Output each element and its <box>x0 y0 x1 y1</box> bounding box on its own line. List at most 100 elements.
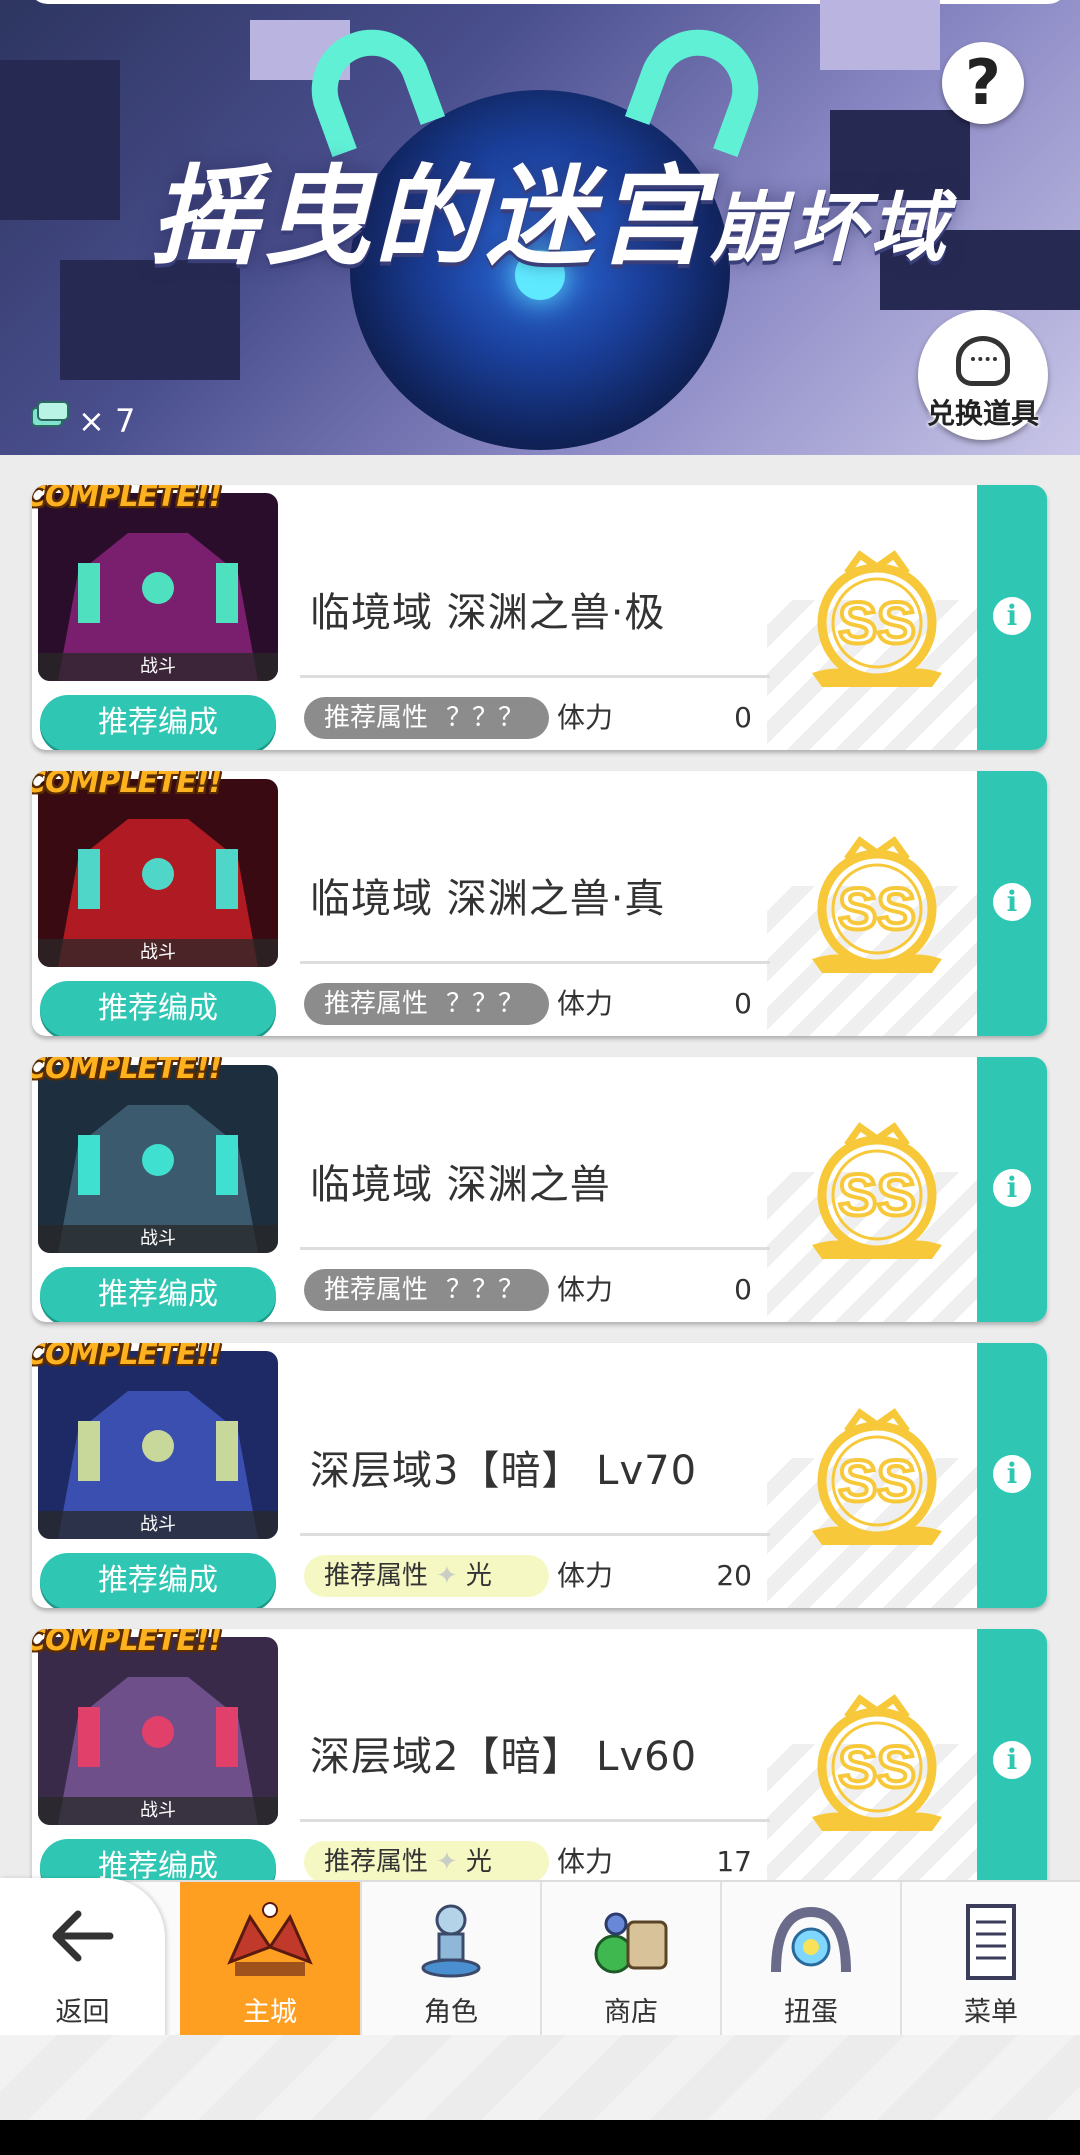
info-icon: i <box>993 1169 1031 1207</box>
ticket-icon <box>31 401 69 427</box>
stamina-cost: 17 <box>716 1845 752 1878</box>
stage-info-button[interactable]: i <box>977 485 1047 750</box>
event-banner: 摇曳的迷宫崩坏域 ? 兑换道具 × 7 <box>0 0 1080 455</box>
stage-name: 深层域3【暗】 Lv70 <box>310 1448 698 1494</box>
stage-name: 临境域 深渊之兽 <box>310 1162 611 1208</box>
light-element-icon: ✦ <box>436 1561 458 1591</box>
info-icon: i <box>993 883 1031 921</box>
nav-menu[interactable]: 菜单 <box>900 1882 1080 2037</box>
stamina-cost: 0 <box>734 1273 752 1306</box>
recommend-team-button[interactable]: 推荐编成 <box>40 1553 276 1608</box>
battle-tag: 战斗 <box>38 1797 278 1825</box>
stage-info-button[interactable]: i <box>977 771 1047 1036</box>
light-element-icon: ✦ <box>436 1847 458 1877</box>
battle-tag: 战斗 <box>38 1225 278 1253</box>
stage-info-button[interactable]: i <box>977 1629 1047 1880</box>
info-icon: i <box>993 1455 1031 1493</box>
rank-ss-badge: SS <box>812 550 942 687</box>
stage-info-button[interactable]: i <box>977 1057 1047 1322</box>
card-divider <box>300 675 770 678</box>
stamina-label: 体力 <box>557 987 614 1020</box>
stage-thumbnail[interactable]: 战斗 <box>38 1637 278 1825</box>
recommended-attribute-label: 推荐属性 <box>324 1847 429 1877</box>
back-button[interactable]: 返回 <box>0 1878 165 2038</box>
card-divider <box>300 961 770 964</box>
complete-badge: COMPLETE!! <box>32 1343 222 1372</box>
stamina-label: 体力 <box>557 1845 614 1878</box>
stage-thumbnail[interactable]: 战斗 <box>38 1065 278 1253</box>
exchange-items-label[interactable]: 兑换道具 <box>918 392 1048 432</box>
complete-badge: COMPLETE!! <box>32 485 222 514</box>
rank-text: SS <box>838 1163 915 1228</box>
stage-card[interactable]: 战斗 COMPLETE!! 推荐编成 深层域3【暗】 Lv70 推荐属性 ✦ 光 体… <box>32 1343 1047 1608</box>
stage-thumbnail[interactable]: 战斗 <box>38 1351 278 1539</box>
menu-icon <box>966 1904 1016 1980</box>
stage-card[interactable]: 战斗 COMPLETE!! 推荐编成 临境域 深渊之兽·真 推荐属性✦？？？ 体… <box>32 771 1047 1036</box>
item-bag-icon <box>956 336 1010 386</box>
bottom-navigation: 主城 角色 商店 扭蛋 菜单 返回 <box>0 1878 1080 2038</box>
ticket-count: × 7 <box>78 402 136 440</box>
rank-text: SS <box>838 591 915 656</box>
stage-card[interactable]: 战斗 COMPLETE!! 推荐编成 临境域 深渊之兽 推荐属性✦？？？ 体力 … <box>32 1057 1047 1322</box>
rank-text: SS <box>838 877 915 942</box>
recommended-attribute-label: 推荐属性 <box>324 1275 429 1305</box>
nav-characters[interactable]: 角色 <box>360 1882 540 2037</box>
recommended-attribute: 推荐属性✦？？？ <box>304 1269 549 1311</box>
stage-card[interactable]: 战斗 COMPLETE!! 推荐编成 深层域2【暗】 Lv60 推荐属性 ✦ 光 体… <box>32 1629 1047 1880</box>
complete-badge: COMPLETE!! <box>32 1057 222 1086</box>
back-label: 返回 <box>55 1997 110 2028</box>
nav-label: 商店 <box>604 1997 658 2028</box>
recommend-team-button[interactable]: 推荐编成 <box>40 1267 276 1322</box>
system-navigation-bar <box>0 2120 1080 2155</box>
recommended-attribute: 推荐属性✦？？？ <box>304 983 549 1025</box>
nav-label: 扭蛋 <box>784 1997 838 2028</box>
stage-info-button[interactable]: i <box>977 1343 1047 1608</box>
stamina-label: 体力 <box>557 701 614 734</box>
nav-shop[interactable]: 商店 <box>540 1882 720 2037</box>
recommend-team-button[interactable]: 推荐编成 <box>40 1839 276 1880</box>
recommend-team-button[interactable]: 推荐编成 <box>40 695 276 750</box>
recommended-attribute-label: 推荐属性 <box>324 703 429 733</box>
stage-card[interactable]: 战斗 COMPLETE!! 推荐编成 临境域 深渊之兽·极 推荐属性✦？？？ 体… <box>32 485 1047 750</box>
info-icon: i <box>993 1741 1031 1779</box>
complete-badge: COMPLETE!! <box>32 1629 222 1658</box>
stamina-cost: 20 <box>716 1559 752 1592</box>
banner-pixel-block <box>0 60 120 220</box>
battle-tag: 战斗 <box>38 653 278 681</box>
recommend-team-button[interactable]: 推荐编成 <box>40 981 276 1036</box>
card-divider <box>300 1247 770 1250</box>
event-title-part: 崩坏域 <box>710 183 951 272</box>
nav-label: 角色 <box>424 1997 478 2028</box>
rank-ss-badge: SS <box>812 1694 942 1831</box>
battle-tag: 战斗 <box>38 939 278 967</box>
stage-name: 深层域2【暗】 Lv60 <box>310 1734 698 1780</box>
complete-badge: COMPLETE!! <box>32 771 222 800</box>
stage-name: 临境域 深渊之兽·极 <box>310 590 666 636</box>
help-button[interactable]: ? <box>942 42 1024 124</box>
shop-icon <box>594 1912 668 1974</box>
info-icon: i <box>993 597 1031 635</box>
back-arrow-icon <box>52 1910 114 1962</box>
stamina-label: 体力 <box>557 1273 614 1306</box>
character-icon <box>421 1904 481 1978</box>
stage-name: 临境域 深渊之兽·真 <box>310 876 666 922</box>
recommended-attribute-label: 推荐属性 <box>324 989 429 1019</box>
nav-label: 菜单 <box>964 1997 1018 2028</box>
stage-thumbnail[interactable]: 战斗 <box>38 779 278 967</box>
recommended-attribute: 推荐属性 ✦ 光 <box>304 1555 549 1597</box>
event-title: 摇曳的迷宫崩坏域 <box>150 130 950 286</box>
recommended-attribute-value: ？？？ <box>446 989 525 1019</box>
recommended-attribute-value: ？？？ <box>446 703 525 733</box>
nav-gacha[interactable]: 扭蛋 <box>720 1882 900 2037</box>
stage-thumbnail[interactable]: 战斗 <box>38 493 278 681</box>
recommended-attribute: 推荐属性 ✦ 光 <box>304 1841 549 1880</box>
nav-label: 主城 <box>243 1997 297 2028</box>
battle-tag: 战斗 <box>38 1511 278 1539</box>
recommended-attribute-value: ？？？ <box>446 1275 525 1305</box>
card-divider <box>300 1819 770 1822</box>
stage-list[interactable]: 战斗 COMPLETE!! 推荐编成 临境域 深渊之兽·极 推荐属性✦？？？ 体… <box>0 455 1080 1880</box>
nav-main-city[interactable]: 主城 <box>180 1882 360 2037</box>
gacha-icon <box>771 1906 851 1973</box>
event-title-part: 迷宫 <box>486 155 711 280</box>
bottom-decoration <box>0 2035 1080 2120</box>
